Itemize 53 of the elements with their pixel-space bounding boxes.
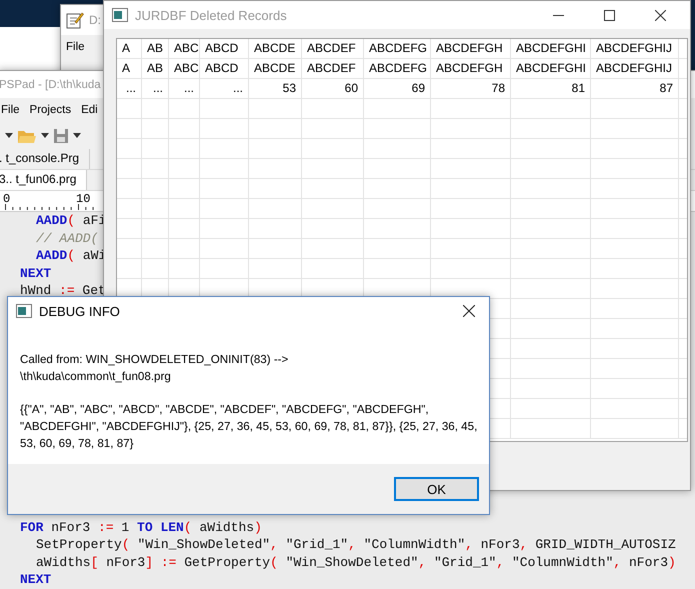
grid-cell: ABCDEFGH [431, 39, 511, 59]
code-line: aWidths[ nFor3] := GetProperty( "Win_ShowDeleted", "Grid_1", "ColumnWidth", nFor3) [35, 554, 676, 571]
grid-cell: ABCDEF [302, 39, 364, 59]
grid-cell: AB [142, 59, 169, 79]
grid-cell: ABCDEFGHI [511, 59, 591, 79]
window-title: JURDBF Deleted Records [135, 8, 287, 22]
app-icon [16, 304, 32, 318]
grid-cell: ABCDEFGH [431, 59, 511, 79]
code-line: AADD( aFi [35, 212, 106, 230]
ruler-number: 0 [3, 192, 10, 206]
maximize-icon[interactable] [604, 10, 614, 20]
message-text: Called from: WIN_SHOWDELETED_ONINIT(83) --> \th\kuda\common\t_fun08.prg [20, 352, 290, 385]
grid-cell: ABCD [200, 59, 249, 79]
code-line: AADD( aWi [35, 247, 106, 264]
menu-item[interactable]: Projects [30, 104, 72, 116]
menu-item[interactable]: File [66, 41, 85, 53]
grid-cell: ABCDEFGHI [511, 39, 591, 59]
grid-cell: ABC [169, 39, 200, 59]
grid-cell: ABCDE [249, 59, 302, 79]
code-line: NEXT [20, 571, 52, 588]
code-line: hWnd := Get [20, 282, 106, 300]
caret-icon[interactable] [5, 133, 13, 138]
grid-cell: ABC [169, 59, 200, 79]
ruler-number: 10 [76, 192, 90, 206]
caret-icon[interactable] [41, 133, 49, 138]
dialog-title: DEBUG INFO [39, 304, 120, 318]
grid-cell: ABCDEF [302, 59, 364, 79]
message-text: {{"A", "AB", "ABC", "ABCD", "ABCDE", "ABCDEF", "ABCDEFG", "ABCDEFGH", "ABCDEFGHI", "ABCDEFGHIJ"}, {25, 27, 36, 45, 53, 60, 69, 78, 81, 87}}, {25, 27, 36, 45, 53, 60, 69, 78, 81, 87} [20, 402, 478, 452]
ok-button[interactable]: OK [394, 477, 479, 501]
window-title: D: [89, 13, 101, 27]
menu-item[interactable]: File [1, 104, 20, 116]
code-line: FOR nFor3 := 1 TO LEN( aWidths) [20, 518, 262, 536]
grid-cell: A [117, 59, 142, 79]
grid-cell: ABCD [200, 39, 249, 59]
close-icon[interactable] [463, 305, 475, 317]
code-line: SetProperty( "Win_ShowDeleted", "Grid_1", "ColumnWidth", nFor3, GRID_WIDTH_AUTOSIZ [35, 536, 676, 554]
menu-item[interactable]: Edi [81, 104, 98, 116]
grid-cell: ABCDEFG [364, 39, 431, 59]
caret-icon[interactable] [73, 133, 81, 138]
close-icon[interactable] [654, 10, 666, 20]
code-line: NEXT [20, 264, 52, 282]
grid-cell: AB [142, 39, 169, 59]
grid-cell: ABCDEFG [364, 59, 431, 79]
grid-cell: ABCDE [249, 39, 302, 59]
file-tab[interactable]: . t_console.Prg [0, 149, 90, 169]
grid-cell: ABCDEFGHIJ [591, 39, 679, 59]
minimize-icon[interactable] [552, 14, 564, 16]
grid-cell: ABCDEFGHIJ [591, 59, 679, 79]
code-line: // AADD( [35, 230, 98, 247]
window-title: PSPad - [D:\th\kuda [0, 78, 101, 90]
app-icon [112, 8, 128, 22]
notepad-icon [66, 11, 84, 29]
grid-cell: A [117, 39, 142, 59]
